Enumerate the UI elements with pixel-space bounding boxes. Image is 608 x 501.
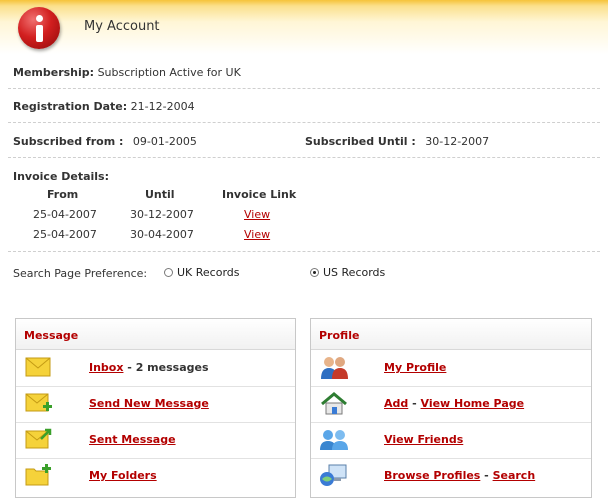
list-item: Inbox - 2 messages xyxy=(16,350,295,387)
send-new-cell: Send New Message xyxy=(89,397,209,410)
radio-us-records[interactable]: US Records xyxy=(310,266,385,279)
panel-header: Message xyxy=(16,319,295,350)
invoice-col-until: Until xyxy=(145,188,175,201)
panel-title: Profile xyxy=(319,329,360,342)
list-item: Sent Message xyxy=(16,422,295,459)
membership-row: Membership: Subscription Active for UK xyxy=(13,66,241,79)
sent-cell: Sent Message xyxy=(89,433,176,446)
list-item: My Profile xyxy=(311,350,591,387)
subscribed-until-value: 30-12-2007 xyxy=(425,135,490,148)
page-title: My Account xyxy=(84,19,160,34)
invoice-view-link[interactable]: View xyxy=(244,208,270,221)
search-link[interactable]: Search xyxy=(493,469,536,482)
home-cell: Add - View Home Page xyxy=(384,397,524,410)
invoice-label: Invoice Details: xyxy=(13,170,109,183)
radio-label: UK Records xyxy=(177,266,240,279)
list-item: View Friends xyxy=(311,422,591,459)
invoice-col-link: Invoice Link xyxy=(222,188,297,201)
list-item: Browse Profiles - Search xyxy=(311,458,591,494)
invoice-row-until: 30-12-2007 xyxy=(130,208,194,221)
list-item: Add - View Home Page xyxy=(311,386,591,423)
folders-cell: My Folders xyxy=(89,469,157,482)
browse-profiles-link[interactable]: Browse Profiles xyxy=(384,469,480,482)
profile-panel: Profile My Profile Add - View Home Page xyxy=(310,318,592,498)
add-link[interactable]: Add xyxy=(384,397,408,410)
invoice-row-from: 25-04-2007 xyxy=(33,228,97,241)
panel-title: Message xyxy=(24,329,79,342)
envelope-sent-icon xyxy=(25,428,52,449)
radio-button[interactable] xyxy=(310,268,319,277)
radio-label: US Records xyxy=(323,266,386,279)
link-separator: - xyxy=(480,469,493,482)
message-panel: Message Inbox - 2 messages Send New Mess… xyxy=(15,318,296,498)
inbox-cell: Inbox - 2 messages xyxy=(89,361,209,374)
link-separator: - xyxy=(408,397,421,410)
registration-label: Registration Date: xyxy=(13,100,128,113)
home-icon xyxy=(321,392,347,415)
search-pref-label: Search Page Preference: xyxy=(13,267,147,280)
subscribed-from-value: 09-01-2005 xyxy=(132,135,197,148)
subscribed-from-label: Subscribed from : xyxy=(13,135,124,148)
view-friends-link[interactable]: View Friends xyxy=(384,433,463,446)
list-item: My Folders xyxy=(16,458,295,494)
search-pref-label-text: Search Page Preference: xyxy=(13,267,148,280)
info-icon xyxy=(18,7,60,49)
divider xyxy=(8,251,600,252)
my-folders-link[interactable]: My Folders xyxy=(89,469,157,482)
registration-value: 21-12-2004 xyxy=(130,100,195,113)
panel-header: Profile xyxy=(311,319,591,350)
friends-cell: View Friends xyxy=(384,433,463,446)
browse-cell: Browse Profiles - Search xyxy=(384,469,535,482)
my-profile-cell: My Profile xyxy=(384,361,446,374)
my-profile-link[interactable]: My Profile xyxy=(384,361,446,374)
inbox-count: 2 messages xyxy=(135,361,209,374)
subscribed-until-label: Subscribed Until : xyxy=(305,135,416,148)
users-icon xyxy=(321,357,348,379)
membership-value: Subscription Active for UK xyxy=(97,66,241,79)
invoice-col-from: From xyxy=(47,188,79,201)
browse-profiles-icon xyxy=(320,464,347,486)
radio-button[interactable] xyxy=(164,268,173,277)
invoice-view-link[interactable]: View xyxy=(244,228,270,241)
divider xyxy=(8,88,600,89)
envelope-icon xyxy=(25,357,51,377)
divider xyxy=(8,157,600,158)
inbox-separator: - xyxy=(123,361,136,374)
subscribed-from-row: Subscribed from : 09-01-2005 xyxy=(13,135,197,148)
invoice-row-until: 30-04-2007 xyxy=(130,228,194,241)
folder-add-icon xyxy=(25,464,51,486)
radio-uk-records[interactable]: UK Records xyxy=(164,266,240,279)
invoice-label-text: Invoice Details: xyxy=(13,170,109,183)
divider xyxy=(8,122,600,123)
invoice-row-from: 25-04-2007 xyxy=(33,208,97,221)
envelope-add-icon xyxy=(25,393,52,412)
inbox-link[interactable]: Inbox xyxy=(89,361,123,374)
subscribed-until-row: Subscribed Until : 30-12-2007 xyxy=(305,135,489,148)
membership-label: Membership: xyxy=(13,66,95,79)
send-new-message-link[interactable]: Send New Message xyxy=(89,397,209,410)
registration-row: Registration Date: 21-12-2004 xyxy=(13,100,195,113)
sent-message-link[interactable]: Sent Message xyxy=(89,433,176,446)
friends-icon xyxy=(320,430,348,450)
list-item: Send New Message xyxy=(16,386,295,423)
view-home-page-link[interactable]: View Home Page xyxy=(421,397,525,410)
